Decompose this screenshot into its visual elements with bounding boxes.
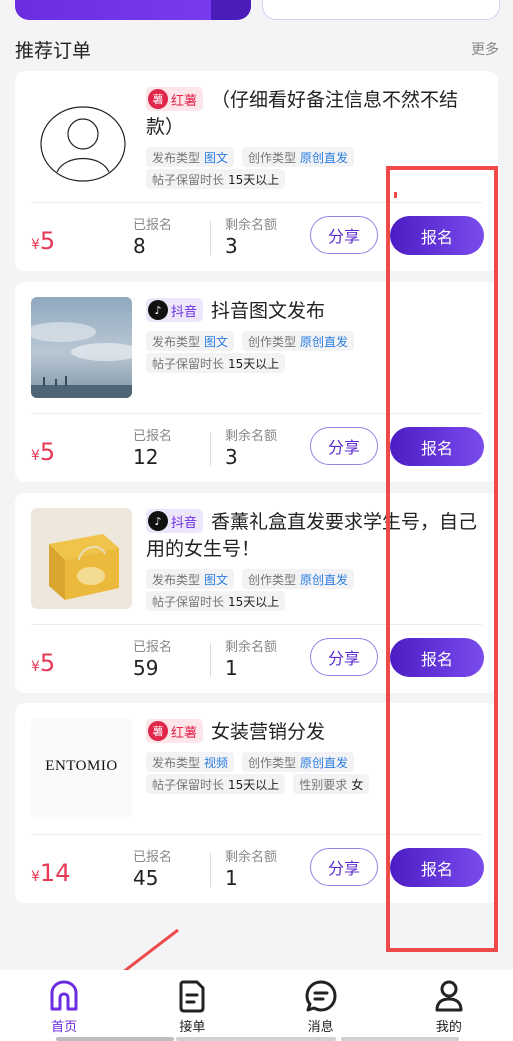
order-title: 抖音图文发布	[211, 300, 326, 322]
nav-label: 我的	[435, 1020, 462, 1035]
meta-row: 发布类型 图文 创作类型 原创直发	[146, 331, 355, 351]
platform-name: 抖音	[171, 515, 198, 531]
top-primary-button[interactable]	[15, 0, 251, 20]
platform-badge: 薯 红薯	[146, 719, 204, 743]
remaining-stat: 剩余名额 1	[225, 850, 278, 890]
order-card[interactable]: 薯 红薯 （仔细看好备注信息不然不结款） 发布类型 图文 创作类型 原创直发 帖子保…	[15, 71, 498, 271]
signup-button[interactable]: 报名	[390, 216, 484, 255]
signup-button[interactable]: 报名	[390, 427, 484, 466]
douyin-icon: ♪	[148, 511, 168, 531]
nav-item-home[interactable]: 首页	[0, 970, 128, 1041]
retention-tag: 帖子保留时长 15天以上	[146, 353, 286, 373]
meta-row: 帖子保留时长 15天以上 性别要求女	[146, 774, 370, 794]
order-thumbnail-gift-box	[31, 508, 132, 609]
douyin-icon: ♪	[148, 300, 168, 320]
share-button[interactable]: 分享	[310, 427, 378, 465]
divider	[31, 624, 482, 625]
order-card[interactable]: ♪ 抖音 抖音图文发布 发布类型 图文 创作类型 原创直发 帖子保留时长 15天以上 …	[15, 282, 498, 482]
publish-type-tag: 发布类型 图文	[146, 331, 235, 351]
platform-badge: ♪ 抖音	[146, 509, 204, 533]
chat-icon	[305, 980, 337, 1012]
remaining-stat: 剩余名额 3	[225, 218, 278, 258]
meta-row: 发布类型 视频 创作类型 原创直发	[146, 752, 355, 772]
divider	[31, 834, 482, 835]
retention-tag: 帖子保留时长 15天以上	[146, 774, 286, 794]
nav-label: 首页	[51, 1020, 78, 1035]
retention-tag: 帖子保留时长 15天以上	[146, 169, 286, 189]
nav-label: 消息	[307, 1020, 334, 1035]
platform-badge: ♪ 抖音	[146, 298, 204, 322]
stat-separator	[210, 221, 211, 255]
meta-row: 发布类型 图文 创作类型 原创直发	[146, 569, 355, 589]
remaining-stat: 剩余名额 1	[225, 640, 278, 680]
hongshu-icon: 薯	[148, 721, 168, 741]
home-icon	[50, 980, 78, 1011]
order-thumbnail-sky-photo	[31, 297, 132, 398]
divider	[31, 413, 482, 414]
signup-button[interactable]: 报名	[390, 848, 484, 887]
create-type-tag: 创作类型 原创直发	[242, 331, 355, 351]
order-title-row: 薯 红薯 （仔细看好备注信息不然不结款）	[146, 87, 486, 141]
signed-up-stat: 已报名 12	[133, 429, 173, 469]
hongshu-icon: 薯	[148, 89, 168, 109]
order-price: ¥14	[31, 859, 71, 887]
signed-up-stat: 已报名 8	[133, 218, 173, 258]
nav-label: 接单	[179, 1020, 206, 1035]
nav-item-messages[interactable]: 消息	[257, 970, 385, 1041]
meta-row: 帖子保留时长 15天以上	[146, 353, 286, 373]
meta-row: 发布类型 图文 创作类型 原创直发	[146, 147, 355, 167]
order-card[interactable]: ♪ 抖音 香薰礼盒直发要求学生号，自己用的女生号！ 发布类型 图文 创作类型 原创直…	[15, 493, 498, 693]
meta-row: 帖子保留时长 15天以上	[146, 591, 286, 611]
order-price: ¥5	[31, 438, 56, 466]
section-title: 推荐订单	[15, 39, 92, 62]
order-card[interactable]: ENTOMIO 薯 红薯 女装营销分发 发布类型 视频 创作类型 原创直发 帖子保留…	[15, 703, 498, 903]
order-title-row: ♪ 抖音 抖音图文发布	[146, 298, 486, 325]
create-type-tag: 创作类型 原创直发	[242, 147, 355, 167]
user-icon	[435, 980, 463, 1012]
platform-badge: 薯 红薯	[146, 87, 204, 111]
share-button[interactable]: 分享	[310, 848, 378, 886]
nav-item-profile[interactable]: 我的	[385, 970, 513, 1041]
order-price: ¥5	[31, 649, 56, 677]
gender-tag: 性别要求女	[293, 774, 370, 794]
signup-button[interactable]: 报名	[390, 638, 484, 677]
signed-up-stat: 已报名 45	[133, 850, 173, 890]
brand-logo-text: ENTOMIO	[45, 758, 118, 774]
nav-item-orders[interactable]: 接单	[128, 970, 256, 1041]
stat-separator	[210, 853, 211, 887]
meta-row: 帖子保留时长 15天以上	[146, 169, 286, 189]
order-thumbnail-brand-logo: ENTOMIO	[31, 718, 132, 819]
publish-type-tag: 发布类型 图文	[146, 569, 235, 589]
bottom-nav: 首页 接单 消息 我的	[0, 970, 513, 1041]
share-button[interactable]: 分享	[310, 216, 378, 254]
app-screen: 推荐订单 更多 薯 红薯 （仔细看好备注信息不然不结款） 发布类型 图文 创作类型…	[0, 0, 513, 1041]
section-header: 推荐订单 更多	[15, 36, 499, 62]
platform-name: 红薯	[171, 725, 198, 741]
nav-indicator	[56, 1037, 174, 1041]
create-type-tag: 创作类型 原创直发	[242, 752, 355, 772]
publish-type-tag: 发布类型 视频	[146, 752, 235, 772]
order-price: ¥5	[31, 227, 56, 255]
platform-name: 红薯	[171, 93, 198, 109]
order-title-row: ♪ 抖音 香薰礼盒直发要求学生号，自己用的女生号！	[146, 509, 486, 563]
stat-separator	[210, 432, 211, 466]
remaining-stat: 剩余名额 3	[225, 429, 278, 469]
order-title-row: 薯 红薯 女装营销分发	[146, 719, 486, 746]
nav-indicator	[341, 1037, 459, 1041]
annotation-mark	[394, 192, 397, 198]
platform-name: 抖音	[171, 304, 198, 320]
share-button[interactable]: 分享	[310, 638, 378, 676]
nav-indicator	[176, 1037, 336, 1041]
create-type-tag: 创作类型 原创直发	[242, 569, 355, 589]
top-secondary-button[interactable]	[262, 0, 500, 20]
signed-up-stat: 已报名 59	[133, 640, 173, 680]
more-link[interactable]: 更多	[471, 39, 499, 59]
publish-type-tag: 发布类型 图文	[146, 147, 235, 167]
retention-tag: 帖子保留时长 15天以上	[146, 591, 286, 611]
order-title: 女装营销分发	[211, 721, 326, 743]
order-thumbnail-avatar	[31, 86, 132, 187]
stat-separator	[210, 643, 211, 677]
document-icon	[179, 980, 205, 1013]
divider	[31, 202, 482, 203]
